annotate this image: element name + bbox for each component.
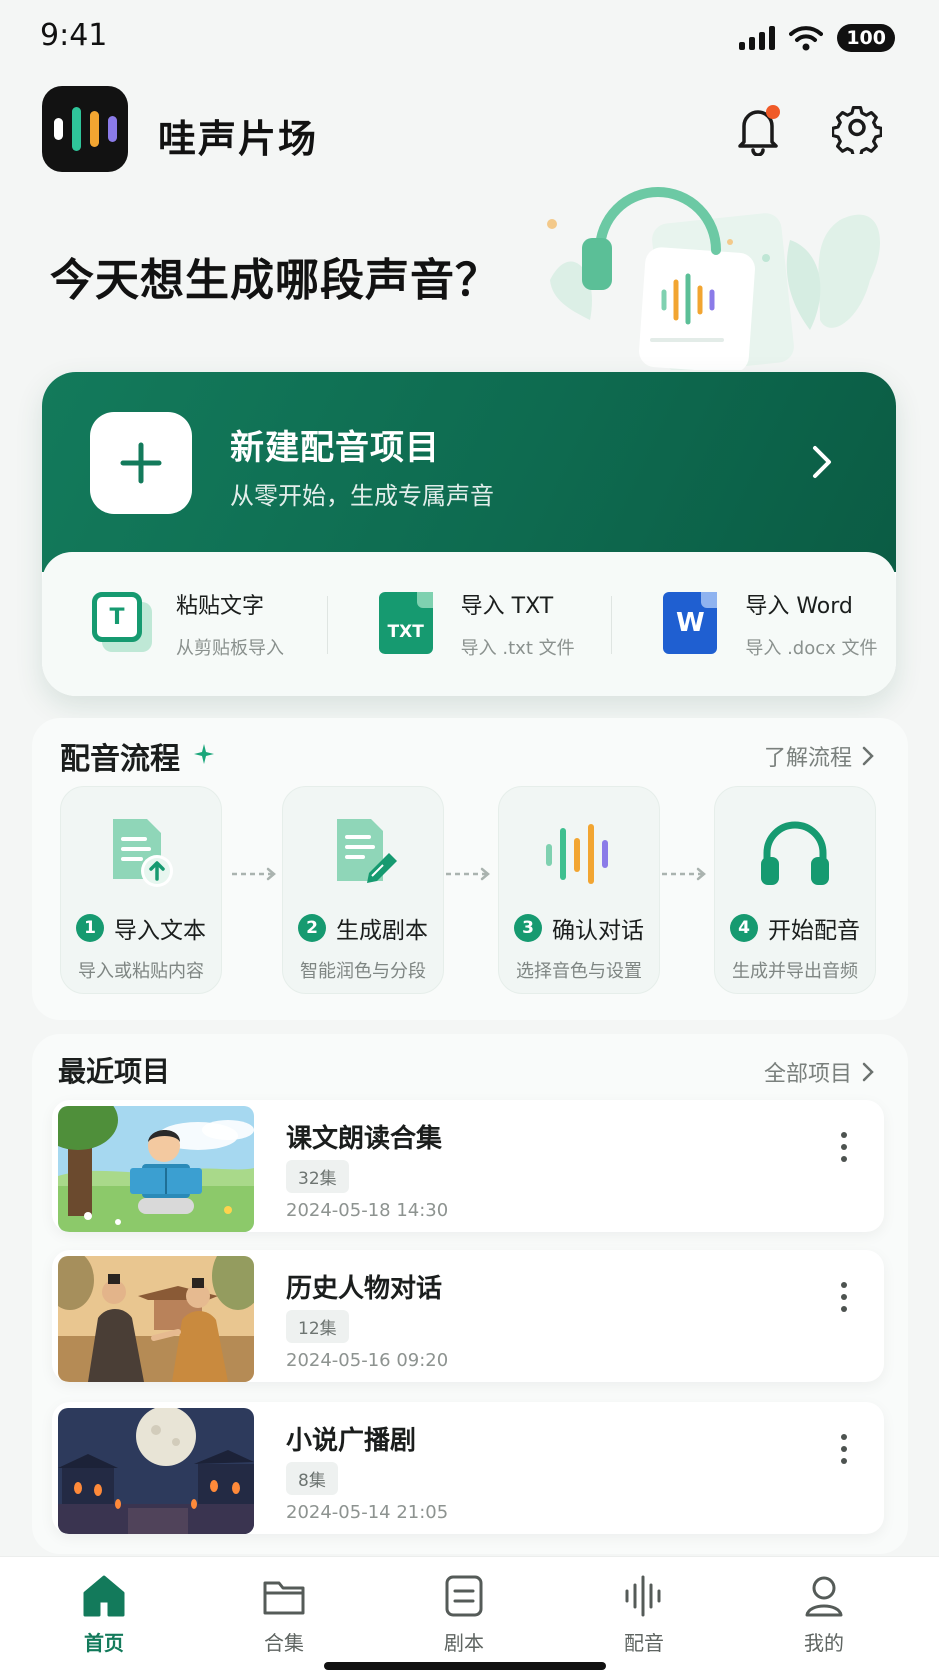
project-thumbnail xyxy=(58,1106,254,1232)
more-options-icon[interactable] xyxy=(840,1282,848,1312)
flow-step-generate-script[interactable]: 2 生成剧本 智能润色与分段 xyxy=(282,786,444,994)
new-project-subtitle: 从零开始，生成专属声音 xyxy=(230,482,494,510)
step-number: 4 xyxy=(730,914,758,942)
step-number: 1 xyxy=(76,914,104,942)
tab-collections[interactable]: 合集 xyxy=(224,1573,344,1656)
step-title: 开始配音 xyxy=(768,918,860,944)
more-options-icon[interactable] xyxy=(840,1132,848,1162)
tab-scripts[interactable]: 剧本 xyxy=(404,1573,524,1656)
status-time: 9:41 xyxy=(40,18,108,53)
project-card-radio-drama[interactable]: 小说广播剧 8集 2024-05-14 21:05 xyxy=(52,1402,884,1534)
episode-count-badge: 32集 xyxy=(286,1160,349,1193)
tab-label: 合集 xyxy=(264,1631,304,1655)
import-option-subtitle: 从剪贴板导入 xyxy=(176,638,284,659)
tab-label: 配音 xyxy=(624,1631,664,1655)
project-title: 课文朗读合集 xyxy=(286,1124,443,1154)
learn-flow-label: 了解流程 xyxy=(764,746,853,771)
bottom-tab-bar: 首页 合集 剧本 配音 我的 xyxy=(0,1556,939,1675)
project-date: 2024-05-14 21:05 xyxy=(286,1502,449,1523)
step-subtitle: 智能润色与分段 xyxy=(300,961,426,982)
import-option-title: 粘贴文字 xyxy=(176,594,265,619)
import-options: T 粘贴文字 从剪贴板导入 TXT 导入 TXT 导入 .txt 文件 W 导入… xyxy=(42,552,896,696)
step-subtitle: 生成并导出音频 xyxy=(732,961,858,982)
project-card-historical-dialogue[interactable]: 历史人物对话 12集 2024-05-16 09:20 xyxy=(52,1250,884,1382)
episode-count-badge: 8集 xyxy=(286,1462,338,1495)
settings-gear-icon[interactable] xyxy=(832,104,882,154)
import-document-icon xyxy=(113,819,173,887)
waveform-icon xyxy=(625,1575,661,1617)
user-icon xyxy=(805,1576,843,1617)
home-icon xyxy=(83,1575,125,1617)
page-headline: 今天想生成哪段声音？ xyxy=(50,255,500,306)
headphones-icon xyxy=(761,821,829,885)
import-option-title: 导入 TXT xyxy=(460,594,554,619)
create-project-card: 新建配音项目 从零开始，生成专属声音 T 粘贴文字 从剪贴板导入 TXT 导入 … xyxy=(42,372,896,696)
app-logo xyxy=(42,86,128,172)
flow-step-import-text[interactable]: 1 导入文本 导入或粘贴内容 xyxy=(60,786,222,994)
waveform-icon xyxy=(546,824,608,884)
flow-arrow-icon xyxy=(232,867,276,881)
import-word-option[interactable]: W 导入 Word 导入 .docx 文件 xyxy=(611,552,896,696)
flow-step-confirm-dialogue[interactable]: 3 确认对话 选择音色与设置 xyxy=(498,786,660,994)
word-file-icon: W xyxy=(661,592,719,656)
step-number: 2 xyxy=(298,914,326,942)
home-indicator xyxy=(324,1662,606,1670)
tab-label: 我的 xyxy=(804,1631,844,1655)
chevron-right-icon xyxy=(813,446,831,478)
project-date: 2024-05-18 14:30 xyxy=(286,1200,449,1221)
edit-document-icon xyxy=(337,819,397,883)
project-date: 2024-05-16 09:20 xyxy=(286,1350,449,1371)
sparkle-icon xyxy=(194,744,214,764)
flow-section-title: 配音流程 xyxy=(60,742,180,777)
flow-arrow-icon xyxy=(662,867,706,881)
notification-bell-icon[interactable] xyxy=(734,104,782,156)
new-project-button[interactable]: 新建配音项目 从零开始，生成专属声音 xyxy=(42,372,896,572)
step-subtitle: 导入或粘贴内容 xyxy=(78,961,204,982)
project-title: 历史人物对话 xyxy=(286,1274,443,1304)
step-number: 3 xyxy=(514,914,542,942)
tab-dubbing[interactable]: 配音 xyxy=(584,1573,704,1656)
import-option-subtitle: 导入 .txt 文件 xyxy=(460,638,575,659)
tab-profile[interactable]: 我的 xyxy=(764,1573,884,1656)
step-subtitle: 选择音色与设置 xyxy=(516,961,642,982)
chevron-right-icon xyxy=(862,746,874,766)
tab-home[interactable]: 首页 xyxy=(44,1573,164,1656)
import-option-title: 导入 Word xyxy=(745,594,853,619)
learn-flow-link[interactable]: 了解流程 xyxy=(764,740,874,772)
import-txt-option[interactable]: TXT 导入 TXT 导入 .txt 文件 xyxy=(326,552,612,696)
project-thumbnail xyxy=(58,1408,254,1534)
more-options-icon[interactable] xyxy=(840,1434,848,1464)
step-title: 确认对话 xyxy=(552,918,644,944)
project-card-textbook-reading[interactable]: 课文朗读合集 32集 2024-05-18 14:30 xyxy=(52,1100,884,1232)
plus-icon xyxy=(90,412,192,514)
new-project-title: 新建配音项目 xyxy=(230,428,440,468)
paste-text-icon: T xyxy=(92,592,152,656)
battery-indicator: 100 xyxy=(837,24,895,52)
recent-section-title: 最近项目 xyxy=(58,1055,171,1088)
flow-arrow-icon xyxy=(446,867,490,881)
import-option-subtitle: 导入 .docx 文件 xyxy=(745,638,878,659)
txt-file-icon: TXT xyxy=(377,592,435,656)
paste-text-option[interactable]: T 粘贴文字 从剪贴板导入 xyxy=(42,552,327,696)
flow-step-start-dubbing[interactable]: 4 开始配音 生成并导出音频 xyxy=(714,786,876,994)
headphones-illustration xyxy=(547,187,880,370)
cellular-signal-icon xyxy=(739,26,776,50)
tab-label: 剧本 xyxy=(444,1631,484,1655)
step-title: 导入文本 xyxy=(114,918,206,944)
notification-dot xyxy=(766,105,780,119)
app-title: 哇声片场 xyxy=(158,117,319,161)
project-title: 小说广播剧 xyxy=(286,1426,417,1456)
folder-icon xyxy=(263,1581,305,1615)
status-indicators: 100 xyxy=(739,24,895,52)
step-title: 生成剧本 xyxy=(336,918,428,944)
wifi-icon xyxy=(789,26,824,51)
project-thumbnail xyxy=(58,1256,254,1382)
all-projects-link[interactable]: 全部项目 xyxy=(764,1056,874,1088)
tab-label: 首页 xyxy=(84,1631,124,1655)
all-projects-label: 全部项目 xyxy=(764,1062,853,1087)
script-icon xyxy=(445,1575,483,1617)
episode-count-badge: 12集 xyxy=(286,1310,349,1343)
chevron-right-icon xyxy=(862,1062,874,1082)
